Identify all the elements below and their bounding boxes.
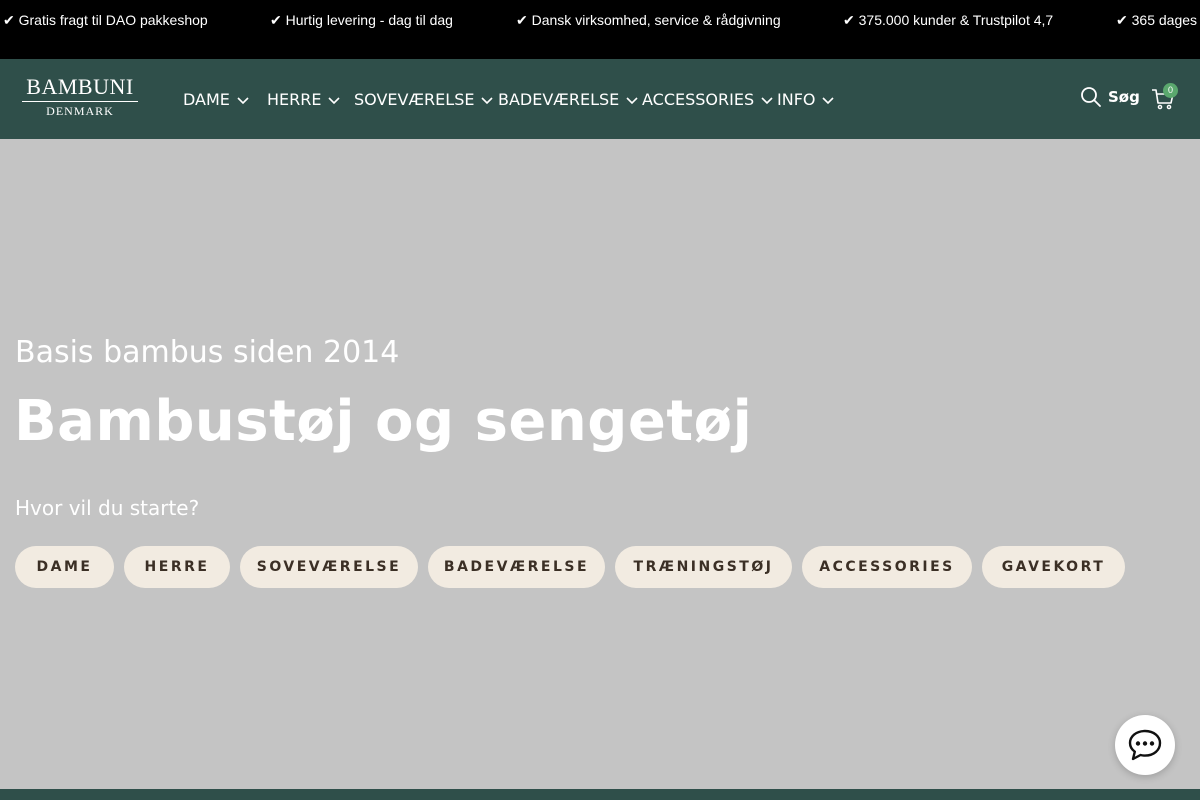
nav-item-label: ACCESSORIES <box>642 90 755 109</box>
nav-item-info[interactable]: INFO <box>777 90 835 109</box>
chevron-down-icon <box>822 96 835 104</box>
nav-item-label: HERRE <box>267 90 322 109</box>
logo-divider <box>22 101 138 102</box>
nav-item-accessories[interactable]: ACCESSORIES <box>642 90 774 109</box>
hero-eyebrow: Basis bambus siden 2014 <box>15 335 400 370</box>
chevron-down-icon <box>481 96 494 104</box>
chevron-down-icon <box>237 96 249 104</box>
category-button-gavekort[interactable]: GAVEKORT <box>982 546 1125 588</box>
logo-subtitle: DENMARK <box>46 104 114 118</box>
search-icon <box>1081 87 1101 107</box>
nav-item-label: DAME <box>183 90 230 109</box>
chevron-down-icon <box>328 96 341 104</box>
hero-question: Hvor vil du starte? <box>15 496 200 520</box>
nav-item-sovevaerelse[interactable]: SOVEVÆRELSE <box>354 90 494 109</box>
chat-icon <box>1128 729 1162 761</box>
search-button[interactable]: Søg <box>1080 86 1140 108</box>
nav-item-herre[interactable]: HERRE <box>267 90 341 109</box>
footer-strip <box>0 789 1200 800</box>
hero-headline: Bambustøj og sengetøj <box>14 389 753 454</box>
announcement-customers: ✔ 375.000 kunder & Trustpilot 4,7 <box>843 12 1054 28</box>
cart-count-badge: 0 <box>1163 83 1178 98</box>
category-button-badevaerelse[interactable]: BADEVÆRELSE <box>428 546 605 588</box>
logo-brand: BAMBUNI <box>26 74 134 99</box>
announcement-bar: ✔ Gratis fragt til DAO pakkeshop ✔ Hurti… <box>0 0 1200 59</box>
nav-item-badevaerelse[interactable]: BADEVÆRELSE <box>498 90 639 109</box>
nav-item-label: INFO <box>777 90 816 109</box>
announcement-fast-delivery: ✔ Hurtig levering - dag til dag <box>270 12 453 28</box>
announcement-free-shipping: ✔ Gratis fragt til DAO pakkeshop <box>3 12 208 28</box>
category-button-dame[interactable]: DAME <box>15 546 114 588</box>
site-header: BAMBUNI DENMARK DAME HERRE SOVEVÆRELSE B… <box>0 59 1200 139</box>
chevron-down-icon <box>626 96 638 104</box>
category-button-accessories[interactable]: ACCESSORIES <box>802 546 972 588</box>
category-button-sovevaerelse[interactable]: SOVEVÆRELSE <box>240 546 418 588</box>
announcement-returns: ✔ 365 dages retur/ombytning <box>1116 12 1200 28</box>
chevron-down-icon <box>761 96 773 104</box>
category-button-traeningstoej[interactable]: TRÆNINGSTØJ <box>615 546 792 588</box>
announcement-danish-company: ✔ Dansk virksomhed, service & rådgivning <box>516 12 781 28</box>
chat-button[interactable] <box>1115 715 1175 775</box>
nav-item-dame[interactable]: DAME <box>183 90 250 109</box>
brand-logo[interactable]: BAMBUNI DENMARK <box>20 74 140 118</box>
hero-section: Basis bambus siden 2014 Bambustøj og sen… <box>0 139 1200 789</box>
category-button-herre[interactable]: HERRE <box>124 546 230 588</box>
search-label: Søg <box>1108 88 1140 106</box>
nav-item-label: BADEVÆRELSE <box>498 90 620 109</box>
nav-item-label: SOVEVÆRELSE <box>354 90 475 109</box>
